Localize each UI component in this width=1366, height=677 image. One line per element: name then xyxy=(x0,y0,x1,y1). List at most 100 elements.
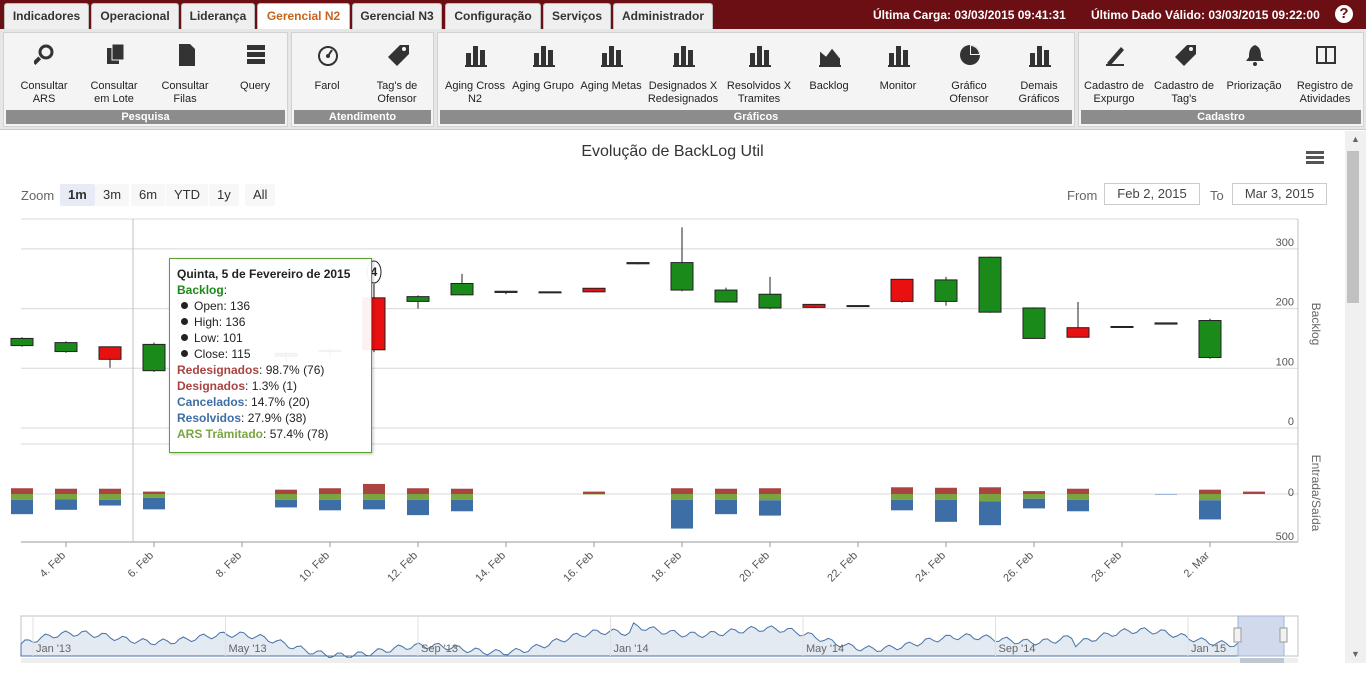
ribbon-group-atendimento: Farol Tag's de Ofensor Atendimento xyxy=(291,32,434,127)
saida-resolvidos-bar xyxy=(671,499,693,529)
ribbon-button-cadastro-de-expurgo[interactable]: Cadastro de Expurgo xyxy=(1079,39,1149,105)
candle-body xyxy=(1110,325,1134,328)
navigator-handle-right-icon xyxy=(1279,627,1288,643)
tag-icon xyxy=(1175,45,1196,66)
x-tick-label: 20. Feb xyxy=(737,550,772,585)
candle-body xyxy=(1198,320,1222,359)
ribbon-group-pesquisa: Consultar ARS Consultar em Lote Consultar Fil… xyxy=(3,32,288,127)
bar-chart-icon xyxy=(533,46,555,67)
ribbon-toolbar: Consultar ARS Consultar em Lote Consultar Fil… xyxy=(0,29,1366,130)
candle-body xyxy=(1022,307,1046,339)
tooltip-stat-row: Designados: 1.3% (1) xyxy=(177,379,298,393)
saida-tramitado-bar xyxy=(407,494,429,500)
entrada-bar xyxy=(451,488,473,494)
ribbon-button-label: Priorização xyxy=(1226,80,1282,92)
tooltip-stat-label: Cancelados xyxy=(177,395,245,409)
ribbon-button-label: Cadastro de Tag's xyxy=(1154,80,1214,105)
database-icon xyxy=(247,45,265,64)
ribbon-button-aging-grupo[interactable]: Aging Grupo xyxy=(508,39,578,105)
tooltip-label: Low xyxy=(194,331,217,345)
candle-body xyxy=(494,290,518,293)
candle-body xyxy=(10,337,34,347)
ribbon-button-resolvidos-x-tramites[interactable]: Resolvidos X Tramites xyxy=(724,39,794,105)
ribbon-button-registro-de-atividades[interactable]: Registro de Atividades xyxy=(1290,39,1360,105)
ribbon-button-prioriza-o[interactable]: Priorização xyxy=(1219,39,1289,105)
saida-tramitado-bar xyxy=(891,494,913,500)
tooltip-stat-value: 27.9% (38) xyxy=(247,411,307,425)
tab-administrador[interactable]: Administrador xyxy=(613,3,713,29)
tooltip-stat-label: Designados xyxy=(177,379,246,393)
tab-servi-os[interactable]: Serviços xyxy=(543,3,611,29)
tab-gerencial-n2[interactable]: Gerencial N2 xyxy=(257,3,350,29)
ribbon-button-query[interactable]: Query xyxy=(220,39,290,105)
tab-gerencial-n3[interactable]: Gerencial N3 xyxy=(352,3,442,29)
ribbon-button-label: Gráfico Ofensor xyxy=(949,80,989,105)
ribbon-button-designados-x-redesignados[interactable]: Designados X Redesignados xyxy=(648,39,718,105)
saida-resolvidos-bar xyxy=(363,499,385,510)
document-icon xyxy=(179,44,195,66)
ribbon-button-label: Cadastro de Expurgo xyxy=(1084,80,1144,105)
candle-body xyxy=(98,346,122,360)
ribbon-button-aging-metas[interactable]: Aging Metas xyxy=(576,39,646,105)
bar-chart-icon xyxy=(673,46,695,67)
bullet-icon xyxy=(181,302,188,309)
tooltip-backlog-label: Backlog xyxy=(177,283,224,297)
tooltip-stat-label: Resolvidos xyxy=(177,411,242,425)
saida-resolvidos-bar xyxy=(1023,498,1045,509)
y-tick-label: 100 xyxy=(1276,356,1294,368)
pen-icon xyxy=(1106,47,1124,66)
search-icon xyxy=(34,44,54,65)
x-tick-label: 10. Feb xyxy=(297,550,332,585)
tooltip-stats: Redesignados: 98.7% (76) Designados: 1.3%… xyxy=(177,362,364,442)
tooltip-stat-row: Cancelados: 14.7% (20) xyxy=(177,395,310,409)
tooltip-title: Quinta, 5 de Fevereiro de 2015 xyxy=(177,267,351,281)
scroll-up-arrow-icon[interactable]: ▲ xyxy=(1345,131,1366,148)
saida-resolvidos-bar xyxy=(1199,500,1221,520)
ribbon-button-tag-s-de-ofensor[interactable]: Tag's de Ofensor xyxy=(362,39,432,105)
ribbon-button-farol[interactable]: Farol xyxy=(292,39,362,105)
tooltip-stat-label: ARS Trâmitado xyxy=(177,427,264,441)
entrada-bar xyxy=(319,488,341,494)
pie-chart-icon xyxy=(960,45,980,65)
tab-configura-o[interactable]: Configuração xyxy=(445,3,541,29)
ribbon-button-backlog[interactable]: Backlog xyxy=(794,39,864,105)
gauge-icon xyxy=(318,46,338,66)
ribbon-button-label: Farol xyxy=(314,80,340,92)
scrollbar-thumb[interactable] xyxy=(1347,151,1359,303)
tab-indicadores[interactable]: Indicadores xyxy=(4,3,89,29)
ribbon-button-consultar-ars[interactable]: Consultar ARS xyxy=(9,39,79,105)
ribbon-button-monitor[interactable]: Monitor xyxy=(863,39,933,105)
bullet-icon xyxy=(181,318,188,325)
tab-lideran-a[interactable]: Liderança xyxy=(181,3,255,29)
ribbon-button-consultar-em-lote[interactable]: Consultar em Lote xyxy=(79,39,149,105)
x-tick-label: 14. Feb xyxy=(473,550,508,585)
y-tick-label: 500 xyxy=(1276,531,1294,543)
ribbon-button-aging-cross-n2[interactable]: Aging Cross N2 xyxy=(440,39,510,105)
ribbon-group-gr-ficos: Aging Cross N2 Aging Grupo Aging Metas Desig… xyxy=(437,32,1075,127)
ribbon-button-demais-gr-ficos[interactable]: Demais Gráficos xyxy=(1004,39,1074,105)
navigator-label: Jan '13 xyxy=(36,643,71,655)
candle-body xyxy=(1154,322,1178,325)
tab-operacional[interactable]: Operacional xyxy=(91,3,179,29)
ribbon-button-label: Designados X Redesignados xyxy=(647,80,719,105)
last-valid-data-text: Último Dado Válido: 03/03/2015 09:22:00 xyxy=(1091,8,1320,22)
entrada-bar xyxy=(143,491,165,494)
entrada-bar xyxy=(55,488,77,494)
ribbon-button-cadastro-de-tag-s[interactable]: Cadastro de Tag's xyxy=(1149,39,1219,105)
saida-tramitado-bar xyxy=(935,494,957,500)
candle-body xyxy=(890,278,914,302)
ribbon-button-label: Backlog xyxy=(809,80,849,92)
saida-tramitado-bar xyxy=(1199,494,1221,501)
entrada-bar xyxy=(935,487,957,494)
saida-tramitado-bar xyxy=(319,494,341,500)
ribbon-button-label: Resolvidos X Tramites xyxy=(726,80,792,105)
scroll-down-arrow-icon[interactable]: ▼ xyxy=(1345,646,1366,663)
ribbon-button-gr-fico-ofensor[interactable]: Gráfico Ofensor xyxy=(934,39,1004,105)
documents-icon xyxy=(107,43,125,64)
candle-body xyxy=(582,287,606,293)
x-tick-label: 22. Feb xyxy=(825,550,860,585)
ribbon-button-consultar-filas[interactable]: Consultar Filas xyxy=(150,39,220,105)
x-tick-label: 18. Feb xyxy=(649,550,684,585)
help-icon[interactable]: ? xyxy=(1333,3,1355,25)
saida-resolvidos-bar xyxy=(935,499,957,522)
